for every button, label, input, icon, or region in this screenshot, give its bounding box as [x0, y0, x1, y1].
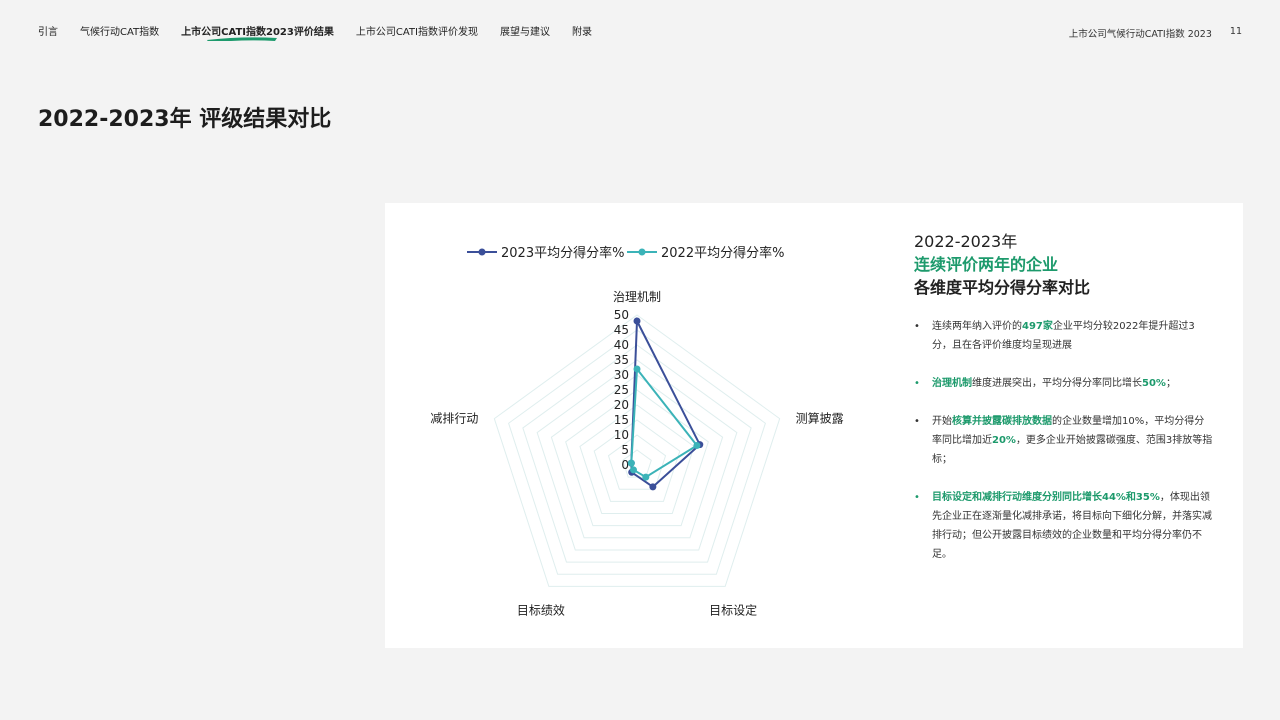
bullet-1: • 连续两年纳入评价的497家企业平均分较2022年提升超过3分，且在各评价维度…	[914, 317, 1214, 355]
bullet-3-highlight-b: 20%	[992, 435, 1016, 446]
summary-bullets: • 连续两年纳入评价的497家企业平均分较2022年提升超过3分，且在各评价维度…	[914, 317, 1214, 564]
nav-item-intro[interactable]: 引言	[38, 23, 58, 38]
radar-grid-ring	[565, 389, 709, 527]
bullet-2-text-a: 维度进展突出，平均分得分率同比增长	[972, 378, 1142, 389]
radar-tick-label: 0	[621, 458, 629, 472]
bullet-dot: •	[914, 321, 920, 332]
radar-tick-label: 50	[614, 308, 629, 322]
summary-heading-year: 2022-2023年	[914, 232, 1018, 251]
legend-label: 2022平均分得分率%	[661, 245, 784, 261]
radar-series-point	[649, 483, 657, 491]
bullet-2-highlight-b: 50%	[1142, 378, 1166, 389]
radar-tick-label: 45	[614, 323, 629, 337]
bullet-2-highlight-a: 治理机制	[932, 378, 972, 389]
summary-panel: 2022-2023年 连续评价两年的企业 各维度平均分得分率对比 • 连续两年纳…	[914, 230, 1214, 583]
bullet-dot: •	[914, 378, 920, 389]
radar-axis-label: 测算披露	[796, 411, 844, 426]
radar-tick-label: 20	[614, 398, 629, 412]
page-number: 11	[1229, 26, 1242, 37]
legend-swatch-dot	[478, 248, 486, 256]
radar-grid-ring	[607, 434, 667, 490]
radar-series-point	[633, 317, 641, 325]
bullet-dot: •	[914, 492, 920, 503]
doc-meta: 上市公司气候行动CATI指数 2023 11	[1069, 26, 1242, 40]
radar-axis-label: 目标绩效	[517, 602, 565, 617]
page-title: 2022-2023年 评级结果对比	[38, 107, 332, 132]
radar-series-point	[627, 459, 635, 467]
radar-series-point	[642, 473, 650, 481]
bullet-3-highlight-a: 核算并披露碳排放数据	[952, 416, 1052, 427]
summary-heading-topic: 各维度平均分得分率对比	[914, 278, 1091, 297]
bullet-2: • 治理机制维度进展突出，平均分得分率同比增长50%；	[914, 374, 1214, 393]
nav-item-appendix[interactable]: 附录	[572, 23, 592, 38]
radar-tick-label: 5	[621, 443, 629, 457]
radar-tick-label: 30	[614, 368, 629, 382]
radar-axis-label: 减排行动	[430, 412, 478, 426]
bullet-4: • 目标设定和减排行动维度分别同比增长44%和35%，体现出领先企业正在逐渐量化…	[914, 488, 1214, 564]
radar-tick-label: 35	[614, 353, 629, 367]
bullet-1-text-a: 连续两年纳入评价的	[932, 321, 1022, 332]
radar-grid-ring	[536, 359, 738, 551]
top-nav: 引言 气候行动CAT指数 上市公司CATI指数2023评价结果 上市公司CATI…	[38, 23, 614, 41]
radar-tick-label: 10	[614, 428, 629, 442]
content-card: 50 45 40 35 30 25 20 15 10 5 0 治理机制 测算披露 目标设定 目标绩效 减排行动…	[385, 203, 1243, 648]
radar-series-point	[693, 442, 701, 450]
bullet-4-highlight: 目标设定和减排行动维度分别同比增长44%和35%	[932, 492, 1160, 503]
radar-grid-ring	[493, 314, 781, 587]
radar-tick-label: 25	[614, 383, 629, 397]
nav-item-findings[interactable]: 上市公司CATI指数评价发现	[356, 23, 478, 38]
radar-tick-label: 40	[614, 338, 629, 352]
legend-swatch-dot	[638, 248, 646, 256]
radar-axis-label: 目标设定	[709, 602, 757, 617]
bullet-dot: •	[914, 416, 920, 427]
bullet-3-text-a: 开始	[932, 416, 952, 427]
nav-item-cat-index[interactable]: 气候行动CAT指数	[80, 23, 159, 38]
radar-axis-label: 治理机制	[613, 290, 661, 304]
bullet-1-highlight: 497家	[1022, 321, 1053, 332]
radar-tick-label: 15	[614, 413, 629, 427]
legend-label: 2023平均分得分率%	[501, 245, 624, 261]
nav-item-outlook[interactable]: 展望与建议	[500, 23, 550, 38]
active-tab-underline	[207, 37, 277, 41]
bullet-2-text-b: ；	[1165, 378, 1176, 389]
radar-chart: 50454035302520151050治理机制测算披露目标设定目标绩效减排行动…	[430, 245, 844, 617]
radar-series-point	[633, 365, 641, 373]
bullet-3: • 开始核算并披露碳排放数据的企业数量增加10%，平均分得分率同比增加近20%，…	[914, 412, 1214, 469]
radar-series-point	[629, 466, 637, 474]
doc-title: 上市公司气候行动CATI指数 2023	[1068, 29, 1212, 40]
summary-heading-subject: 连续评价两年的企业	[914, 255, 1059, 274]
